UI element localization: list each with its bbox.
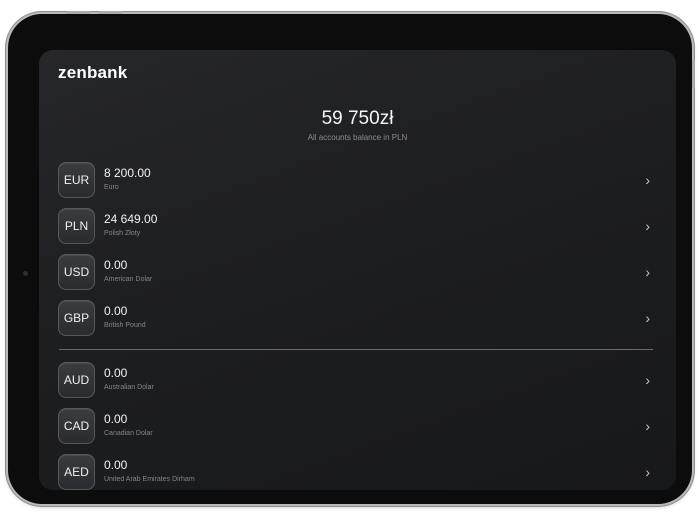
app-screen: zenbank 59 750zł All accounts balance in… (39, 50, 676, 490)
currency-badge: EUR (58, 162, 95, 198)
account-amount: 0.00 (104, 258, 128, 272)
account-amount: 24 649.00 (104, 212, 158, 226)
chevron-right-icon: › (645, 172, 650, 188)
total-balance: 59 750zł (321, 108, 394, 129)
currency-badge: GBP (58, 300, 95, 336)
chevron-right-icon: › (645, 218, 650, 234)
currency-name: British Pound (104, 322, 146, 329)
currency-badge: USD (58, 254, 95, 290)
chevron-right-icon: › (645, 464, 650, 480)
account-row-aed[interactable]: AED 0.00 United Arab Emirates Dirham › (58, 452, 654, 490)
account-amount: 0.00 (104, 412, 128, 426)
currency-name: United Arab Emirates Dirham (104, 476, 195, 483)
currency-badge: CAD (58, 408, 95, 444)
volume-down-button (98, 11, 122, 14)
account-row-pln[interactable]: PLN 24 649.00 Polish Złoty › (58, 206, 654, 252)
zenbank-logo: zenbank (58, 63, 128, 82)
account-row-aud[interactable]: AUD 0.00 Australian Dolar › (58, 360, 654, 406)
chevron-right-icon: › (645, 264, 650, 280)
account-amount: 0.00 (104, 366, 128, 380)
currency-badge: AED (58, 454, 95, 490)
account-row-usd[interactable]: USD 0.00 American Dolar › (58, 252, 654, 298)
currency-name: Polish Złoty (104, 230, 141, 237)
currency-badge: AUD (58, 362, 95, 398)
account-row-gbp[interactable]: GBP 0.00 British Pound › (58, 298, 654, 344)
total-balance-caption: All accounts balance in PLN (307, 133, 408, 142)
chevron-right-icon: › (645, 310, 650, 326)
currency-name: American Dolar (104, 276, 153, 283)
currency-name: Canadian Dolar (104, 430, 153, 437)
chevron-right-icon: › (645, 372, 650, 388)
front-camera (23, 271, 28, 276)
account-amount: 0.00 (104, 304, 128, 318)
account-row-eur[interactable]: EUR 8 200.00 Euro › (58, 160, 654, 206)
currency-badge: PLN (58, 208, 95, 244)
account-amount: 0.00 (104, 458, 128, 472)
volume-up-button (66, 11, 90, 14)
section-divider (59, 349, 653, 350)
tablet-frame: zenbank 59 750zł All accounts balance in… (8, 14, 692, 504)
chevron-right-icon: › (645, 418, 650, 434)
account-row-cad[interactable]: CAD 0.00 Canadian Dolar › (58, 406, 654, 452)
accounts-list: EUR 8 200.00 Euro › PLN 24 649.00 Polish… (58, 160, 654, 490)
currency-name: Australian Dolar (104, 384, 154, 391)
currency-name: Euro (104, 184, 119, 191)
power-button (692, 60, 695, 88)
account-amount: 8 200.00 (104, 166, 151, 180)
